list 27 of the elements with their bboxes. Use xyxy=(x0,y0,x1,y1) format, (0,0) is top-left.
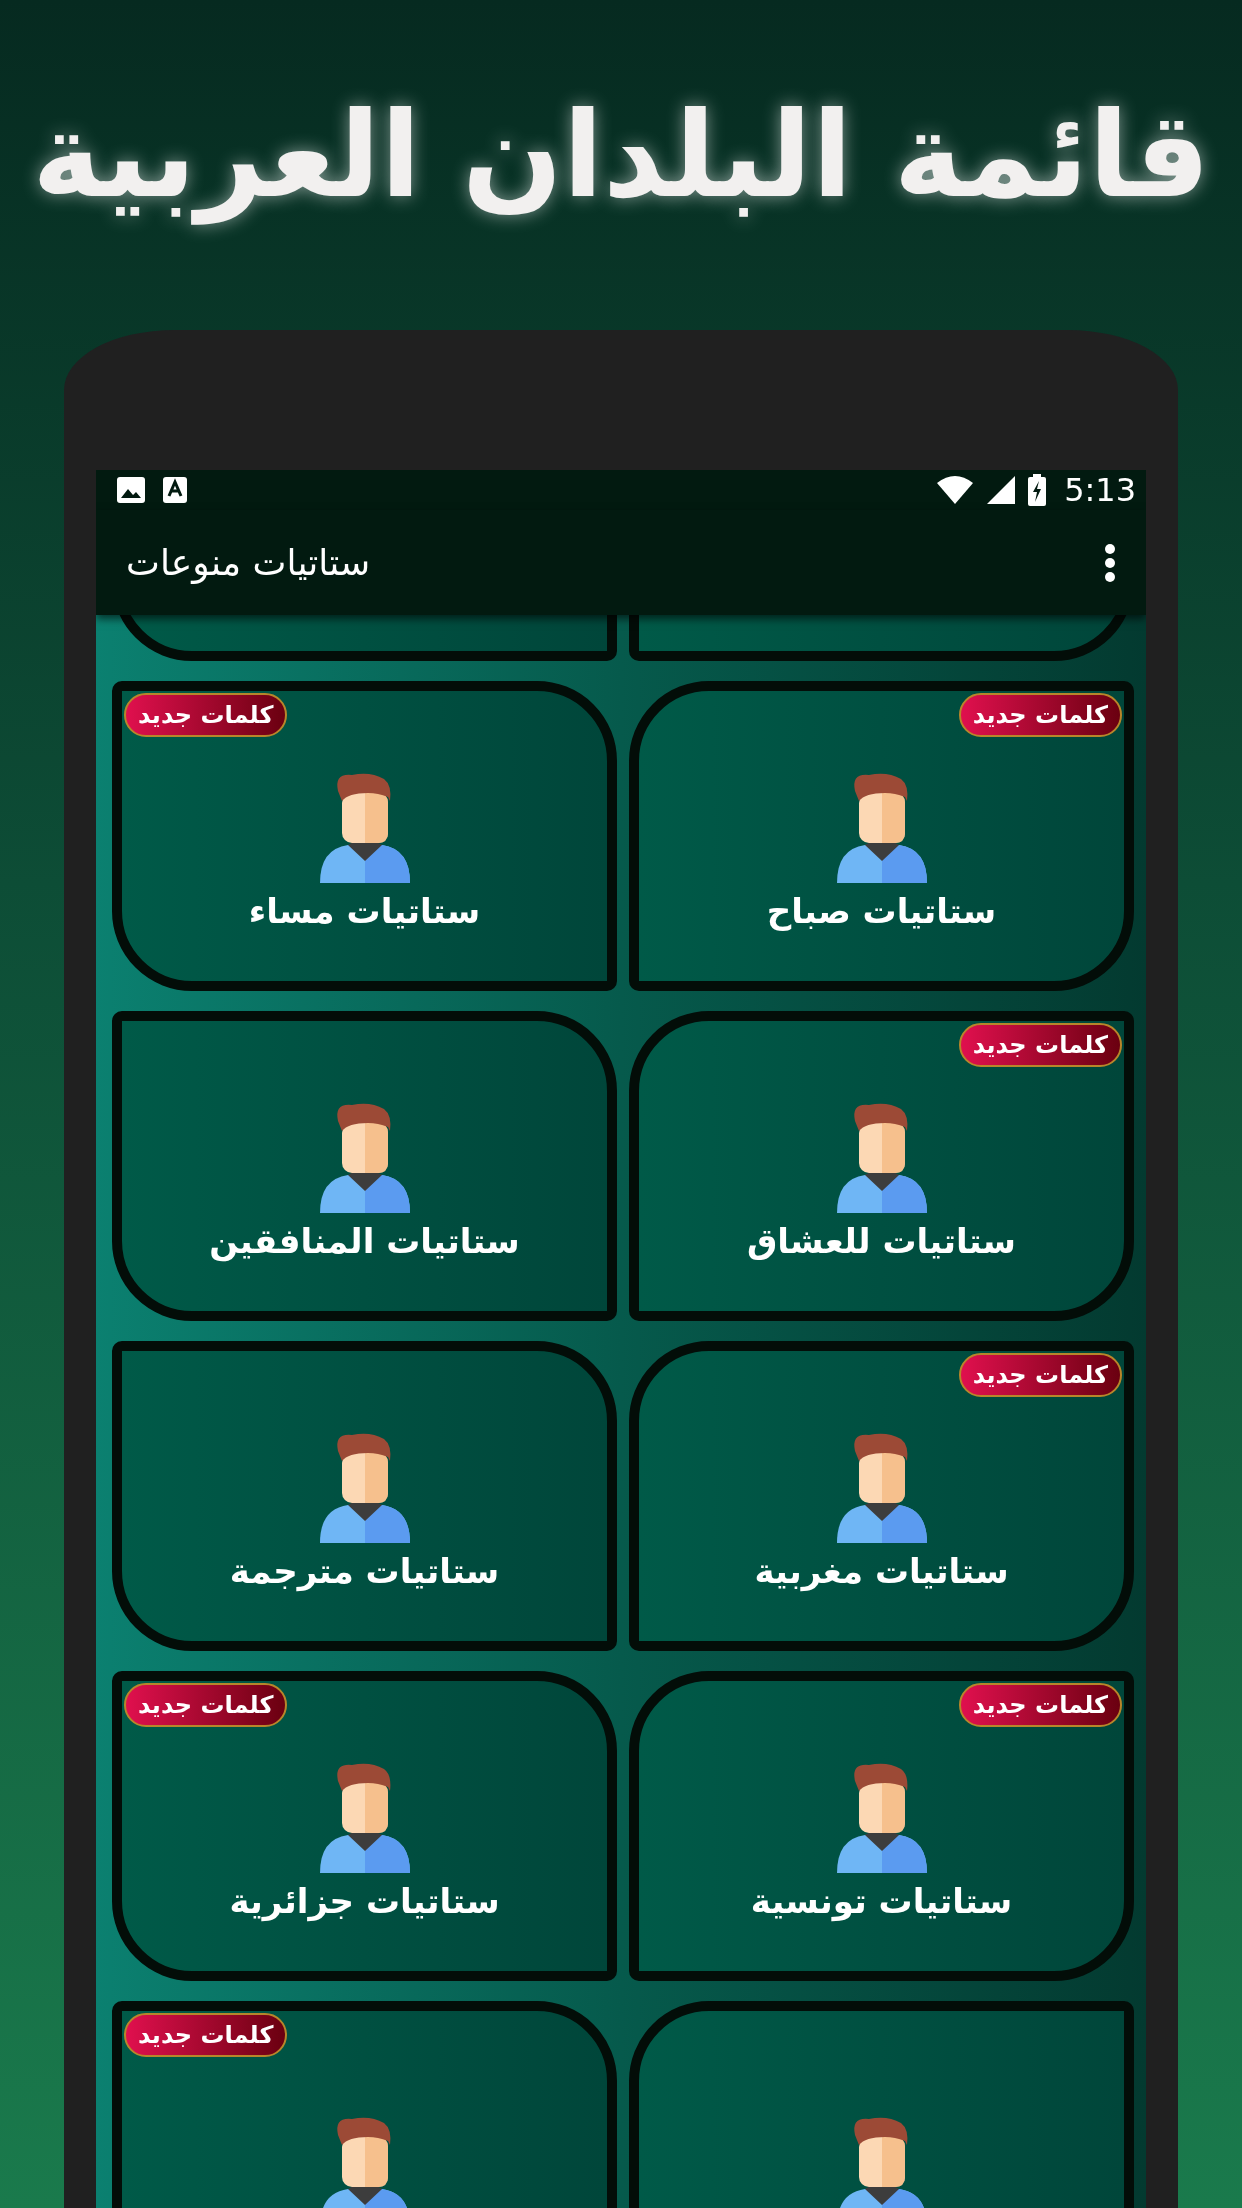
category-card[interactable]: ستاتيات مترجمة xyxy=(112,1341,617,1651)
card-title: ستاتيات للعشاق xyxy=(746,1221,1017,1261)
new-badge: كلمات جديد xyxy=(958,1023,1122,1067)
category-card[interactable]: كلمات جديد ستاتيات جزائرية xyxy=(112,1671,617,1981)
category-card[interactable]: كلمات جديد xyxy=(112,2001,617,2208)
new-badge: كلمات جديد xyxy=(124,2013,288,2057)
new-badge: كلمات جديد xyxy=(124,1683,288,1727)
card-title: ستاتيات مترجمة xyxy=(229,1551,500,1591)
category-card[interactable]: كلمات جديد ستاتيات مغربية xyxy=(629,1341,1134,1651)
toolbar-title: ستاتيات منوعات xyxy=(126,542,371,583)
new-badge: كلمات جديد xyxy=(124,693,288,737)
new-badge: كلمات جديد xyxy=(958,1353,1122,1397)
category-card[interactable]: كلمات جديد ستاتيات مساء xyxy=(112,681,617,991)
new-badge: كلمات جديد xyxy=(958,693,1122,737)
card-title: ستاتيات مغربية xyxy=(754,1551,1009,1591)
category-card[interactable]: كلمات جديد ستاتيات تونسية xyxy=(629,1671,1134,1981)
new-badge: كلمات جديد xyxy=(958,1683,1122,1727)
card-title: ستاتيات صباح xyxy=(766,891,997,931)
card-title: ستاتيات مساء xyxy=(248,891,481,931)
category-card[interactable]: كلمات جديد ستاتيات صباح xyxy=(629,681,1134,991)
status-time: 5:13 xyxy=(1064,471,1136,509)
card-title: ستاتيات المنافقين xyxy=(209,1221,520,1261)
category-card[interactable]: كلمات جديد ستاتيات للعشاق xyxy=(629,1011,1134,1321)
card-title: ستاتيات جزائرية xyxy=(229,1881,500,1921)
card-title: ستاتيات تونسية xyxy=(750,1881,1013,1921)
headline: قائمة البلدان العربية xyxy=(32,85,1210,227)
category-card[interactable]: ستاتيات المنافقين xyxy=(112,1011,617,1321)
